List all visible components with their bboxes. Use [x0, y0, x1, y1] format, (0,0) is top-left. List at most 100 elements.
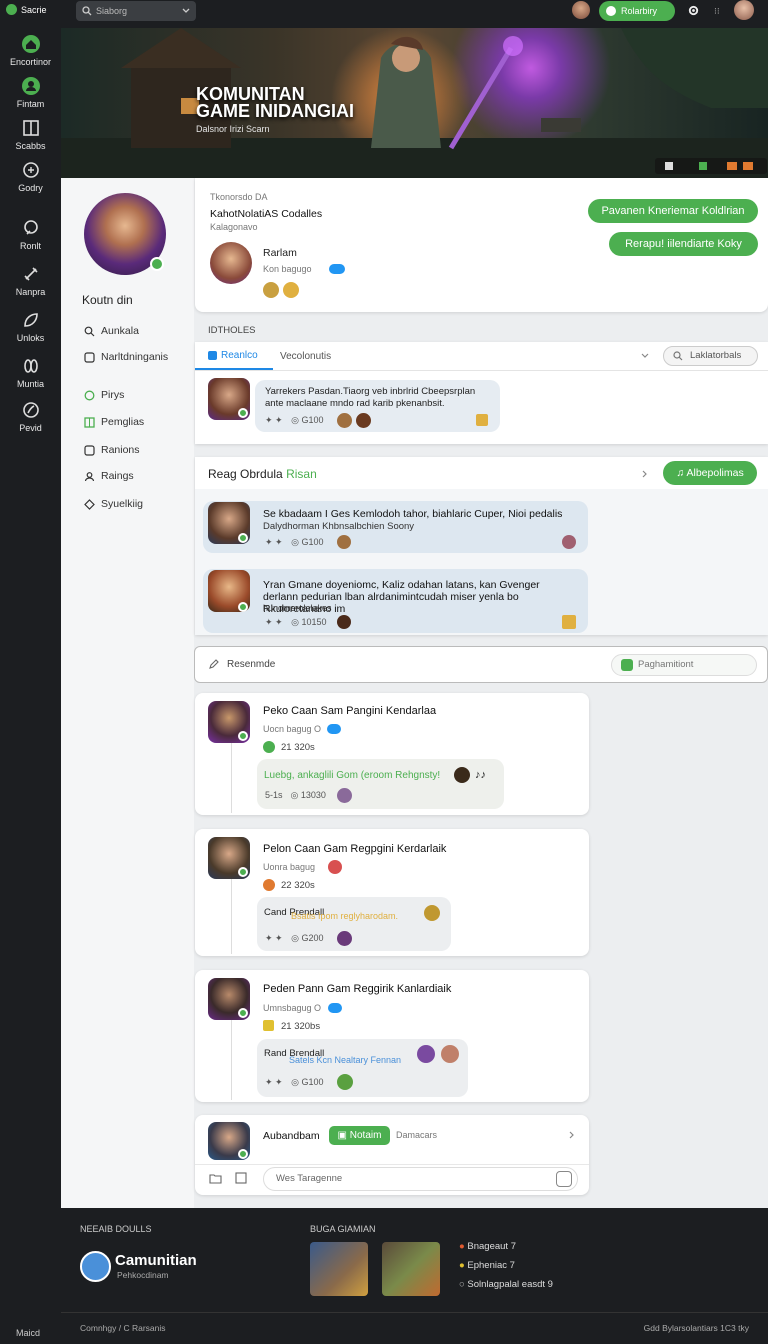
- post-count: G100: [301, 1077, 324, 1087]
- gear-icon[interactable]: [687, 4, 700, 17]
- folder-icon[interactable]: [209, 1172, 222, 1184]
- chat-extra: Damacars: [396, 1130, 438, 1140]
- rail-bottom-label: Maicd: [16, 1328, 41, 1338]
- feed-stat: 21 320s: [281, 742, 315, 753]
- composer[interactable]: Resenmde Paghamitiont: [194, 646, 768, 683]
- member-avatar[interactable]: [210, 242, 252, 284]
- chat-badge[interactable]: ▣ Notaim: [329, 1126, 390, 1145]
- sidebar-item-1[interactable]: Narltdninganis: [84, 351, 168, 363]
- sidebar-item-label: Pirys: [101, 389, 125, 401]
- composer-button[interactable]: Paghamitiont: [611, 654, 757, 676]
- footer-link[interactable]: ○ Solnlagpalal easdt 9: [459, 1279, 553, 1290]
- reaction-avatar: [337, 413, 352, 428]
- tab-active[interactable]: Reanlco: [208, 350, 258, 361]
- rail-item-1[interactable]: Fintam: [0, 76, 61, 109]
- reaction-avatar: [417, 1045, 435, 1063]
- home-icon: [21, 35, 40, 53]
- profile-name: Koutn din: [82, 293, 133, 307]
- rail-item-label: Godry: [18, 183, 43, 193]
- rail-item-8[interactable]: Pevid: [0, 400, 61, 433]
- footer-link-label: Bnageaut 7: [467, 1241, 516, 1252]
- brand-logo-icon: [6, 4, 17, 15]
- info-badge-icon: [327, 724, 341, 734]
- sidebar-item-5[interactable]: Raings: [84, 470, 134, 482]
- send-icon[interactable]: [556, 1171, 572, 1187]
- feed-title: Pelon Caan Gam Regpgini Kerdarlaik: [263, 843, 447, 855]
- profile-header-title: KahotNolatiAS Codalles: [210, 208, 323, 220]
- diamond-icon: [84, 498, 95, 510]
- globe-icon: [22, 402, 39, 418]
- reaction-avatar: [337, 535, 351, 549]
- search-icon: [673, 351, 683, 361]
- user-avatar[interactable]: [572, 1, 590, 19]
- section2-button[interactable]: ♫ Albepolimas: [663, 461, 757, 485]
- rail-item-2[interactable]: Scabbs: [0, 118, 61, 151]
- game-thumbnail[interactable]: [310, 1242, 368, 1296]
- tab-other[interactable]: Vecolonutis: [280, 351, 331, 362]
- chevron-right-icon[interactable]: [642, 470, 648, 478]
- rail-brand[interactable]: Sacrie: [6, 4, 47, 15]
- app-root: Sacrie Encortinor Fintam Scabbs Godry Ro…: [0, 0, 768, 1344]
- feed-bubble-title: Luebg, ankaglili Gom (eroom Rehgnsty!: [264, 770, 441, 781]
- inbox-icon: [84, 351, 95, 363]
- image-icon[interactable]: [235, 1172, 247, 1184]
- profile-header-small: Tkonorsdo DA: [210, 192, 268, 202]
- top-cta-button[interactable]: Rolarbiry: [599, 1, 675, 21]
- reaction-avatar: [454, 767, 470, 783]
- footer-link[interactable]: ● Bnageaut 7: [459, 1241, 516, 1252]
- grid-icon: [84, 416, 95, 428]
- reaction-avatar: [441, 1045, 459, 1063]
- primary-action-button[interactable]: Pavanen Kneriemar Koldlrian: [588, 199, 758, 223]
- rail-item-label: Encortinor: [9, 57, 52, 67]
- sword-icon: [23, 267, 38, 281]
- sidebar-item-6[interactable]: Syuelkiig: [84, 498, 143, 510]
- rail-item-4[interactable]: Ronlt: [0, 218, 61, 251]
- rail-item-3[interactable]: Godry: [0, 160, 61, 193]
- footer-link[interactable]: ● Epheniac 7: [459, 1260, 515, 1271]
- secondary-action-button[interactable]: Rerapu! iilendiarte Koky: [609, 232, 758, 256]
- search-placeholder: Siaborg: [96, 6, 128, 16]
- banner-controls[interactable]: [655, 158, 767, 174]
- rail-item-0[interactable]: Encortinor: [0, 34, 61, 67]
- brand-logo-icon: [80, 1251, 111, 1282]
- sidebar-item-3[interactable]: Pemglias: [84, 416, 144, 428]
- sidebar-item-4[interactable]: Ranions: [84, 444, 140, 456]
- chat-input[interactable]: Wes Taragenne: [263, 1167, 578, 1191]
- rail-item-6[interactable]: Unloks: [0, 310, 61, 343]
- more-icon[interactable]: ⁝⁝: [714, 6, 722, 16]
- profile-avatar[interactable]: [734, 0, 754, 20]
- online-status-icon: [238, 408, 248, 418]
- reaction-avatar: [337, 788, 352, 803]
- chevron-right-icon[interactable]: [569, 1131, 575, 1139]
- game-thumbnail[interactable]: [382, 1242, 440, 1296]
- footer-col1-title: NEEAIB DOULLS: [80, 1224, 152, 1234]
- divider: [195, 1164, 589, 1165]
- member-name: Rarlam: [263, 247, 297, 259]
- sidebar-item-2[interactable]: Pirys: [84, 389, 124, 401]
- badge-icon: [283, 282, 299, 298]
- section1-search[interactable]: Laklatorbals: [663, 346, 758, 366]
- sidebar-item-0[interactable]: Aunkala: [84, 325, 139, 337]
- chevron-down-icon[interactable]: [641, 353, 649, 359]
- rail-item-7[interactable]: Muntia: [0, 356, 61, 389]
- flag-icon: [727, 162, 737, 170]
- post-meta: ✦ ✦ ◎ G200: [265, 933, 324, 943]
- rail-item-label: Ronlt: [19, 241, 41, 251]
- leaf-icon: [23, 313, 38, 327]
- search-input[interactable]: Siaborg: [76, 1, 196, 21]
- chevron-down-icon: [182, 8, 190, 13]
- sidebar-item-label: Aunkala: [101, 325, 139, 337]
- thread-line: [231, 879, 232, 954]
- composer-button-label: Paghamitiont: [638, 659, 694, 670]
- feed-meta: 5-1s: [265, 790, 283, 800]
- thread-line: [231, 743, 232, 813]
- post-meta: ✦ ✦ ◎ G100: [265, 1077, 324, 1087]
- profile-avatar-large[interactable]: [84, 193, 166, 275]
- post-meta: ✦ ✦ ◎ 10150: [265, 617, 327, 627]
- search-icon: [82, 6, 92, 16]
- feed-title: Peden Pann Gam Reggirik Kanlardiaik: [263, 983, 452, 995]
- footer-copyright: Comnhgy / C Rarsanis: [80, 1323, 166, 1333]
- rail-item-5[interactable]: Nanpra: [0, 264, 61, 297]
- sidebar-item-label: Raings: [101, 470, 134, 482]
- rail-item-label: Fintam: [16, 99, 45, 109]
